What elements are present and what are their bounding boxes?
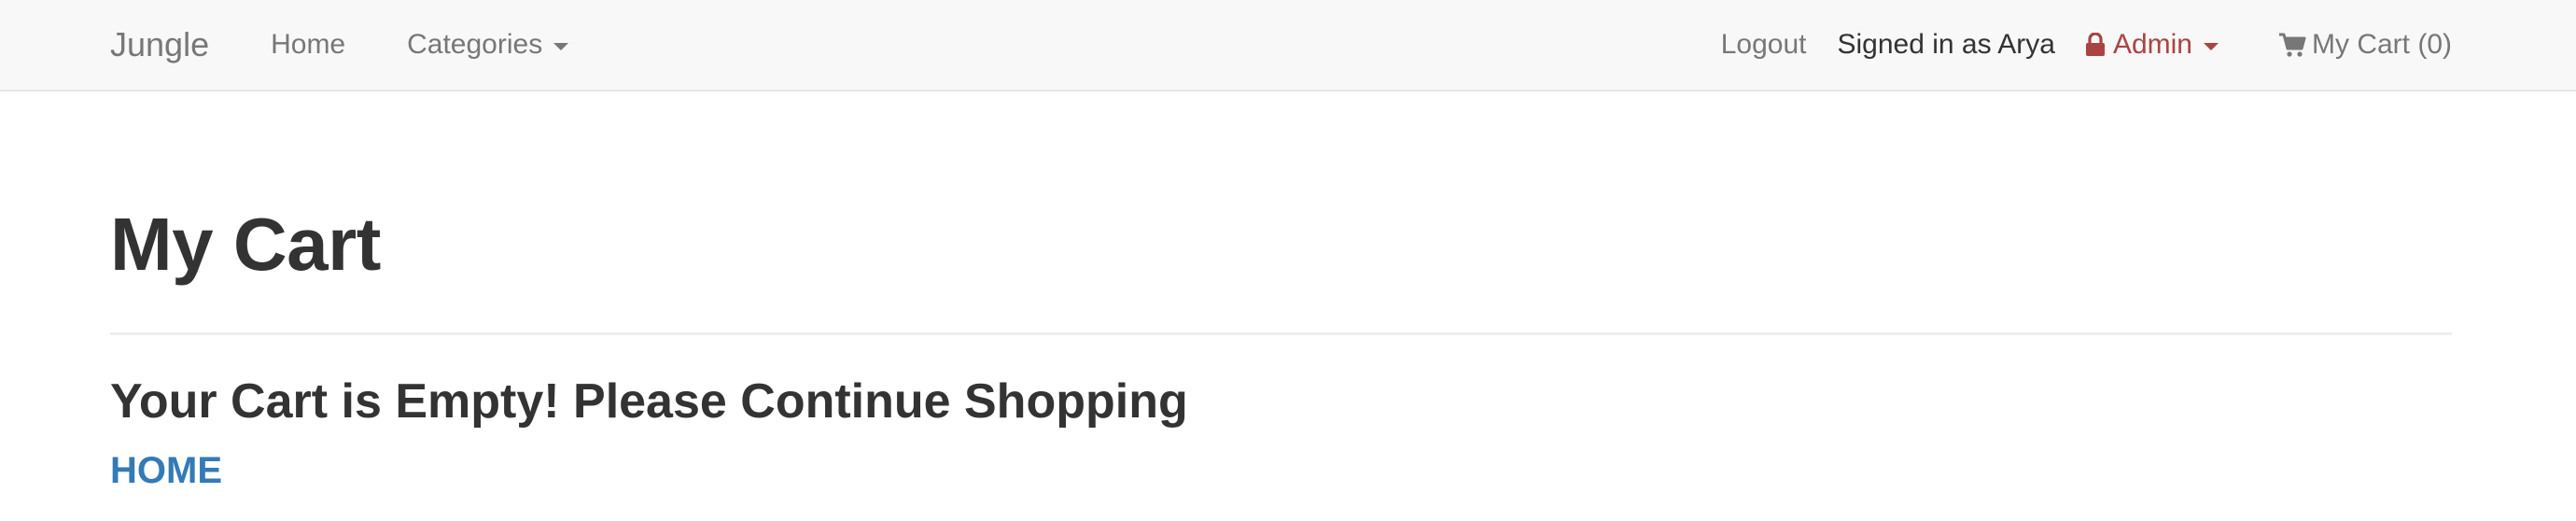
nav-home-label: Home <box>271 29 346 60</box>
navbar-right: Logout Signed in as Arya Admin My Cart (… <box>1721 0 2452 90</box>
categories-dropdown[interactable]: Categories <box>407 29 569 61</box>
admin-label: Admin <box>2112 29 2192 60</box>
navbar-left: Jungle Home Categories <box>110 0 630 90</box>
logout-label: Logout <box>1720 29 1807 60</box>
lock-icon <box>2085 32 2106 57</box>
brand-link[interactable]: Jungle <box>110 25 209 64</box>
logout-link[interactable]: Logout <box>1721 29 1807 61</box>
caret-down-icon <box>2204 43 2219 50</box>
categories-label: Categories <box>407 29 543 60</box>
nav-home-link[interactable]: Home <box>271 29 345 61</box>
shopping-cart-icon <box>2278 32 2306 58</box>
signed-in-text: Signed in as Arya <box>1837 29 2055 60</box>
home-link[interactable]: HOME <box>110 452 222 489</box>
caret-down-icon <box>553 43 569 50</box>
my-cart-link[interactable]: My Cart (0) <box>2278 29 2452 61</box>
title-divider <box>110 332 2452 335</box>
top-navbar: Jungle Home Categories Logout Signed in … <box>0 0 2576 92</box>
admin-dropdown[interactable]: Admin <box>2085 29 2219 61</box>
navbar-inner: Jungle Home Categories Logout Signed in … <box>110 0 2452 90</box>
page-title: My Cart <box>110 203 381 286</box>
my-cart-label: My Cart (0) <box>2312 29 2452 60</box>
empty-cart-message: Your Cart is Empty! Please Continue Shop… <box>110 374 1188 429</box>
